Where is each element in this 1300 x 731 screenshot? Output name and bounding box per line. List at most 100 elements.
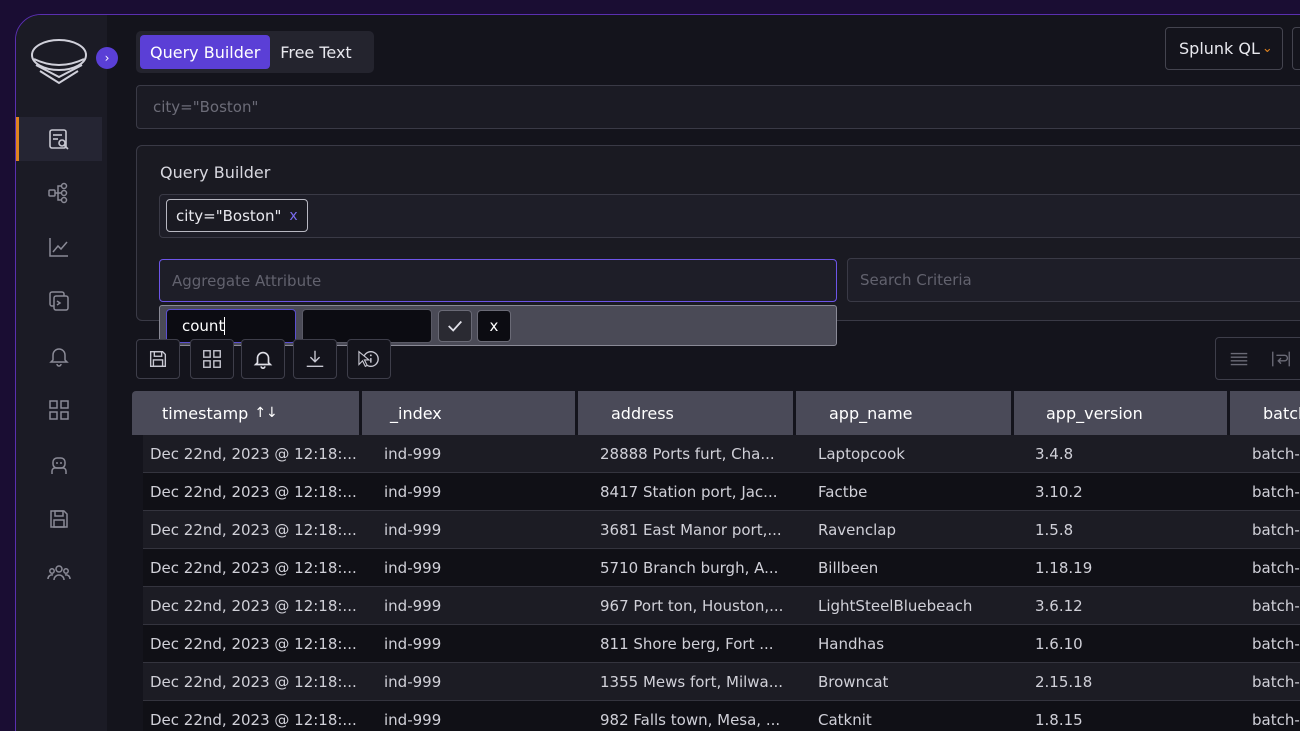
table-row[interactable]: Dec 22nd, 2023 @ 12:18:... ind-999 811 Sho… — [143, 625, 1300, 663]
table-cell-timestamp: Dec 22nd, 2023 @ 12:18:... — [150, 520, 357, 539]
table-cell--index: ind-999 — [384, 634, 442, 653]
remove-chip-icon[interactable]: x — [289, 208, 297, 224]
table-cell-batch: batch- — [1252, 672, 1300, 691]
nav-logs-search[interactable] — [16, 117, 102, 161]
table-cell-app-version: 3.4.8 — [1035, 444, 1074, 463]
query-builder-title: Query Builder — [160, 163, 271, 182]
add-to-dashboard-button[interactable] — [190, 339, 234, 379]
table-row[interactable]: Dec 22nd, 2023 @ 12:18:... ind-999 3681 Ea… — [143, 511, 1300, 549]
table-cell-app-version: 1.6.10 — [1035, 634, 1083, 653]
logs-table: timestamp ↑↓ _index address app_name app… — [132, 391, 1300, 731]
table-cell-batch: batch- — [1252, 482, 1300, 501]
table-cell-timestamp: Dec 22nd, 2023 @ 12:18:... — [150, 482, 357, 501]
nav-dashboards[interactable] — [16, 388, 102, 432]
table-row[interactable]: Dec 22nd, 2023 @ 12:18:... ind-999 967 Por… — [143, 587, 1300, 625]
sidebar: › — [16, 15, 118, 731]
download-icon — [306, 350, 324, 368]
table-cell-app-name: Handhas — [818, 634, 885, 653]
text-cursor — [224, 317, 226, 335]
table-cell-timestamp: Dec 22nd, 2023 @ 12:18:... — [150, 596, 357, 615]
table-cell--index: ind-999 — [384, 482, 442, 501]
table-cell-app-name: Ravenclap — [818, 520, 897, 539]
nav-tracing[interactable] — [16, 171, 102, 215]
free-text-tab[interactable]: Free Text — [270, 35, 361, 69]
table-header: timestamp ↑↓ _index address app_name app… — [132, 391, 1300, 435]
nav-alerts[interactable] — [16, 334, 102, 378]
info-icon — [358, 350, 379, 368]
sort-icon[interactable]: ↑↓ — [254, 405, 277, 421]
table-row[interactable]: Dec 22nd, 2023 @ 12:18:... ind-999 28888 P… — [143, 435, 1300, 473]
column-header-app-version[interactable]: app_version — [1014, 391, 1230, 435]
column-header-app-name[interactable]: app_name — [796, 391, 1014, 435]
query-language-select[interactable]: Splunk QL ⌄ — [1165, 27, 1283, 70]
table-cell-app-name: Billbeen — [818, 558, 879, 577]
filter-chip[interactable]: city="Boston" x — [166, 199, 308, 232]
table-cell-address: 28888 Ports furt, Cha... — [600, 444, 775, 463]
nav-saved-queries[interactable] — [16, 279, 102, 323]
table-cell-app-version: 1.18.19 — [1035, 558, 1093, 577]
table-cell-address: 967 Port ton, Houston,... — [600, 596, 784, 615]
aggregate-function-input[interactable]: count — [166, 309, 296, 343]
cancel-aggregate-button[interactable]: x — [477, 310, 511, 342]
app-window: › Query Builder Free Text Splunk QL ⌄ ci… — [15, 14, 1300, 731]
table-cell-batch: batch- — [1252, 444, 1300, 463]
table-cell-timestamp: Dec 22nd, 2023 @ 12:18:... — [150, 710, 357, 729]
list-view-icon[interactable] — [1228, 348, 1250, 370]
table-row[interactable]: Dec 22nd, 2023 @ 12:18:... ind-999 5710 Br… — [143, 549, 1300, 587]
table-row[interactable]: Dec 22nd, 2023 @ 12:18:... ind-999 982 Fal… — [143, 701, 1300, 731]
nav-users[interactable] — [16, 551, 102, 595]
grid-icon — [203, 350, 221, 368]
table-row[interactable]: Dec 22nd, 2023 @ 12:18:... ind-999 1355 Me… — [143, 663, 1300, 701]
table-cell--index: ind-999 — [384, 710, 442, 729]
table-row[interactable]: Dec 22nd, 2023 @ 12:18:... ind-999 8417 St… — [143, 473, 1300, 511]
aggregate-attribute-input[interactable]: Aggregate Attribute — [159, 259, 837, 302]
table-cell--index: ind-999 — [384, 444, 442, 463]
save-icon — [149, 350, 167, 368]
nav-metrics[interactable] — [16, 225, 102, 269]
query-builder-panel: Query Builder city="Boston" x Aggregate … — [136, 145, 1300, 321]
wrap-text-icon[interactable] — [1270, 348, 1292, 370]
header-action-button[interactable] — [1292, 27, 1300, 70]
table-cell-timestamp: Dec 22nd, 2023 @ 12:18:... — [150, 672, 357, 691]
line-chart-icon — [49, 238, 68, 257]
query-text-input[interactable]: city="Boston" — [136, 85, 1300, 129]
aggregate-field-input[interactable] — [302, 309, 432, 343]
table-cell-app-name: Browncat — [818, 672, 889, 691]
table-cell-app-name: Catknit — [818, 710, 872, 729]
table-cell-batch: batch- — [1252, 558, 1300, 577]
nav-ai-assistant[interactable] — [16, 443, 102, 487]
query-mode-toggle: Query Builder Free Text — [136, 31, 374, 73]
chevron-down-icon: ⌄ — [1261, 41, 1273, 56]
table-cell-app-version: 1.5.8 — [1035, 520, 1074, 539]
table-cell-address: 5710 Branch burgh, A... — [600, 558, 779, 577]
table-cell-app-version: 1.8.15 — [1035, 710, 1083, 729]
download-button[interactable] — [293, 339, 337, 379]
view-options-toolbar — [1215, 337, 1300, 380]
table-cell-app-version: 3.6.12 — [1035, 596, 1083, 615]
robot-icon — [51, 457, 67, 474]
create-alert-button[interactable] — [241, 339, 285, 379]
info-button[interactable] — [347, 339, 391, 379]
save-query-button[interactable] — [136, 339, 180, 379]
confirm-aggregate-button[interactable] — [438, 310, 472, 342]
table-cell--index: ind-999 — [384, 520, 442, 539]
table-cell-app-name: LightSteelBluebeach — [818, 596, 973, 615]
table-cell-timestamp: Dec 22nd, 2023 @ 12:18:... — [150, 634, 357, 653]
filter-chip-bar[interactable]: city="Boston" x — [159, 194, 1300, 238]
users-group-icon — [47, 565, 71, 581]
column-header-batch[interactable]: batch — [1230, 391, 1300, 435]
query-builder-tab[interactable]: Query Builder — [140, 35, 271, 69]
table-cell-batch: batch- — [1252, 596, 1300, 615]
column-header-index[interactable]: _index — [362, 391, 578, 435]
column-header-address[interactable]: address — [578, 391, 796, 435]
terminal-window-icon — [49, 291, 69, 311]
nav-storage[interactable] — [16, 497, 102, 541]
bell-icon — [49, 348, 69, 367]
search-criteria-input[interactable]: Search Criteria — [847, 258, 1300, 302]
table-cell-address: 811 Shore berg, Fort ... — [600, 634, 774, 653]
column-header-timestamp[interactable]: timestamp ↑↓ — [132, 391, 362, 435]
nodes-graph-icon — [48, 182, 68, 204]
table-cell-app-version: 3.10.2 — [1035, 482, 1083, 501]
table-cell-app-version: 2.15.18 — [1035, 672, 1093, 691]
table-cell--index: ind-999 — [384, 672, 442, 691]
